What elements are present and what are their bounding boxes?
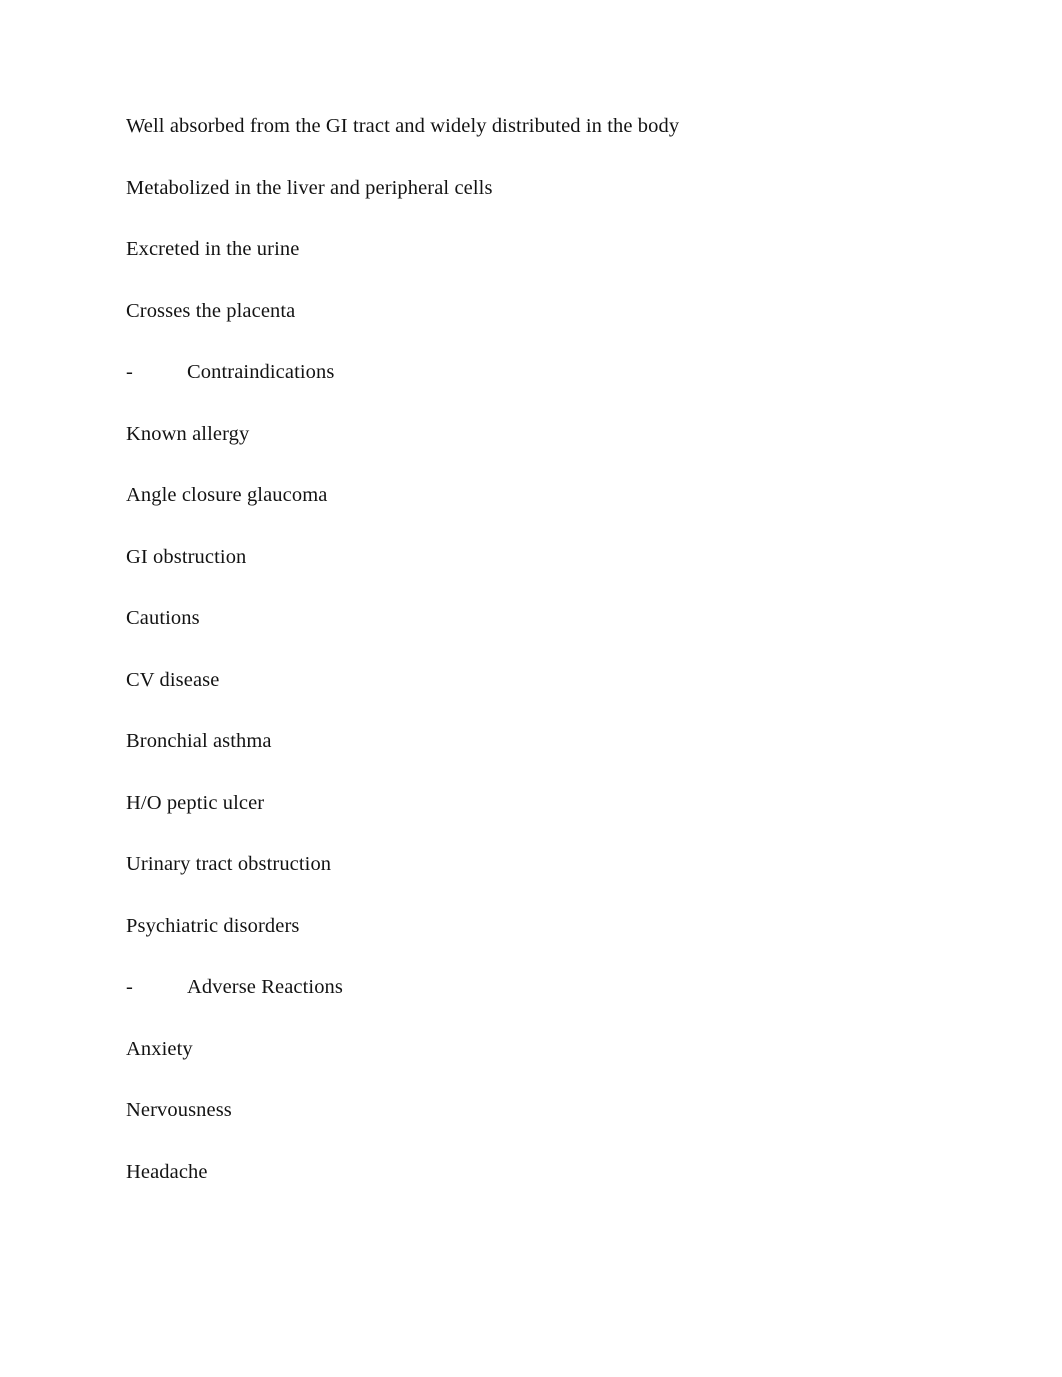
body-paragraph: Bronchial asthma [126,730,272,752]
body-paragraph: Psychiatric disorders [126,914,300,937]
body-paragraph: Metabolized in the liver and peripheral … [126,176,493,199]
body-paragraph: GI obstruction [126,545,247,568]
body-paragraph: CV disease [126,668,220,691]
document-body: Well absorbed from the GI tract and wide… [126,116,946,1182]
section-heading: - Contraindications [126,362,946,383]
list-dash-marker: - [126,361,133,383]
body-paragraph: Crosses the placenta [126,299,296,322]
list-dash-marker: - [126,976,133,998]
section-heading-label: Contraindications [187,361,335,383]
body-paragraph: Well absorbed from the GI tract and wide… [126,115,680,137]
body-paragraph: Urinary tract obstruction [126,853,332,875]
body-paragraph: Cautions [126,607,200,629]
body-paragraph: Excreted in the urine [126,238,300,260]
document-page: Well absorbed from the GI tract and wide… [0,0,1062,1377]
body-paragraph: Nervousness [126,1099,232,1121]
body-paragraph: Angle closure glaucoma [126,484,328,506]
section-heading: - Adverse Reactions [126,977,946,998]
body-paragraph: Headache [126,1160,208,1183]
body-paragraph: H/O peptic ulcer [126,791,265,814]
body-paragraph: Known allergy [126,422,250,445]
body-paragraph: Anxiety [126,1037,193,1060]
section-heading-label: Adverse Reactions [187,976,343,998]
